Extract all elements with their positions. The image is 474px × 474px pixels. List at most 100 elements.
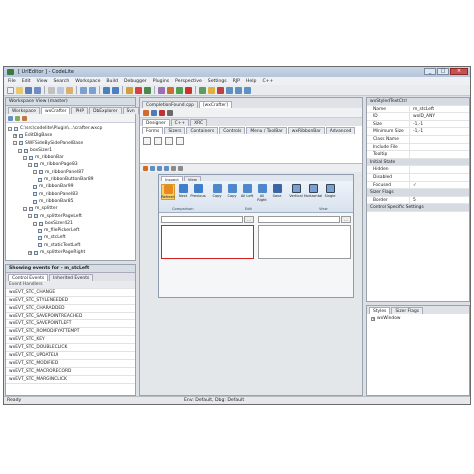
copy-icon[interactable] [57,86,64,94]
tab-sizer-flags[interactable]: Sizer Flags [391,307,424,314]
property-value[interactable]: ✓ [410,182,469,189]
tree-node[interactable]: - C:\src\codelite\Plugin\...\crafter.wxcp [8,125,133,132]
tab-styles[interactable]: Styles [369,307,391,314]
collapse-icon[interactable]: - [28,163,32,168]
event-row[interactable]: wxEVT_STC_CHARADDED [6,305,135,313]
panel-icon[interactable] [165,137,173,145]
property-row[interactable]: Minimum Size -1,-1 [367,128,469,136]
tree-node[interactable]: m_staticTextLeft [8,242,133,249]
left-file-field[interactable] [161,216,243,223]
debug-start-icon[interactable] [199,86,206,94]
ribbon-horizontal[interactable]: Horizontal [304,184,322,198]
form-preview[interactable]: Inspect View Refresh Next Previous Copy … [158,174,354,298]
layout-icon[interactable] [143,165,148,171]
menu-edit[interactable]: Edit [22,79,31,84]
clean-icon[interactable] [167,86,174,94]
paste-icon[interactable] [66,86,73,94]
step-into-icon[interactable] [226,86,233,94]
ribbon-refresh[interactable]: Refresh [161,184,175,200]
ribbon-copy-left[interactable]: Copy [225,184,239,198]
property-row[interactable]: ID wxID_ANY [367,113,469,121]
menu-perspective[interactable]: Perspective [175,79,202,84]
tree-node[interactable]: + m_splitterPageRight [8,249,133,256]
property-section[interactable]: wxStyledTextCtrl [367,98,469,106]
ribbon-next[interactable]: Next [176,184,190,198]
step-out-icon[interactable] [244,86,251,94]
property-section[interactable]: Sizer Flags [367,189,469,197]
debug-stop-icon[interactable] [217,86,224,94]
property-section[interactable]: Control Specific Settings [367,204,469,212]
tree-node[interactable]: - m_ribbonPanel87 [8,169,133,176]
right-browse-button[interactable]: ... [341,216,351,223]
tree-node[interactable]: m_ribbonBar85 [8,198,133,205]
tree-node[interactable]: m_stcLeft [8,234,133,241]
event-row[interactable]: wxEVT_STC_UPDATEUI [6,352,135,360]
save-all-icon[interactable] [34,86,41,94]
event-row[interactable]: wxEVT_STC_SAVEPOINTREACHED [6,313,135,321]
tree-node[interactable]: - boxSizer421 [8,220,133,227]
tree-node[interactable]: + EditDlgBase [8,132,133,139]
tab-menu-toolbar[interactable]: Menu / ToolBar [246,127,287,134]
tree-node[interactable]: - m_ribbonBar [8,154,133,161]
tree-node[interactable]: - SWFSideBySidePanelBase [8,140,133,147]
menu-file[interactable]: File [8,79,16,84]
tab-sizers[interactable]: Sizers [164,127,186,134]
ribbon-vertical[interactable]: Vertical [289,184,303,198]
property-value[interactable] [410,174,469,181]
ribbon-save[interactable]: Save [270,184,284,198]
menu-view[interactable]: View [37,79,48,84]
tab-containers[interactable]: Containers [186,127,219,134]
new-file-icon[interactable] [7,86,14,94]
preview-icon[interactable] [167,109,173,116]
tab-forms[interactable]: Forms [142,127,164,134]
build-icon[interactable] [158,86,165,94]
refresh-tree-icon[interactable] [22,115,27,121]
property-row[interactable]: Hidden [367,166,469,174]
tree-node[interactable]: m_filePickerLeft [8,227,133,234]
style-item[interactable]: + wxWindow [371,316,465,321]
step-over-icon[interactable] [235,86,242,94]
ribbon-all-right[interactable]: All Right [255,184,269,202]
tree-node[interactable]: m_ribbonBar99 [8,183,133,190]
menu-help[interactable]: Help [246,79,256,84]
property-row[interactable]: Disabled [367,173,469,182]
ribbon-all-left[interactable]: All Left [240,184,254,198]
event-row[interactable]: wxEVT_STC_CHANGE [6,289,135,297]
tab-control-events[interactable]: Control Events [8,274,49,281]
collapse-icon[interactable]: - [33,170,37,175]
redo-icon[interactable] [89,86,96,94]
property-value[interactable]: m_stcLeft [410,106,469,113]
bookmark-icon[interactable] [135,86,142,94]
tree-node[interactable]: - m_splitterPageLeft [8,213,133,220]
highlight-icon[interactable] [144,86,151,94]
delete-icon[interactable] [159,109,165,116]
event-row[interactable]: wxEVT_STC_MARGINCLICK [6,376,135,384]
collapse-icon[interactable]: - [8,126,12,131]
tab-xrc[interactable]: XRC [190,119,208,126]
wizard-icon[interactable] [176,137,184,145]
property-value[interactable] [410,166,469,173]
ribbon-single[interactable]: Single [323,184,337,198]
collapse-icon[interactable]: - [13,141,17,146]
run-icon[interactable] [176,86,183,94]
tab-file-wxcrafter[interactable]: [wxCrafter] [198,101,232,108]
property-value[interactable]: wxID_ANY [410,113,469,120]
cut-icon[interactable] [48,86,55,94]
event-row[interactable]: wxEVT_STC_MACRORECORD [6,368,135,376]
expand-icon[interactable]: + [28,250,32,255]
menu-workspace[interactable]: Workspace [75,79,100,84]
undo-icon[interactable] [80,86,87,94]
tab-file-cpp[interactable]: CompletionFound.cpp [142,101,198,108]
right-file-picker[interactable]: ... [258,216,351,223]
tab-controls[interactable]: Controls [219,127,246,134]
event-row[interactable]: wxEVT_STC_SAVEPOINTLEFT [6,320,135,329]
tab-wxcrafter[interactable]: wxCrafter [41,107,71,114]
tree-node[interactable]: - boxSizer1 [8,147,133,154]
add-item-icon[interactable] [143,109,149,116]
property-value[interactable] [410,151,469,158]
ribbon-copy-right[interactable]: Copy [210,184,224,198]
property-value[interactable]: -1,-1 [410,128,469,135]
menu-debugger[interactable]: Debugger [124,79,147,84]
property-section[interactable]: Initial State [367,158,469,167]
event-row[interactable]: wxEVT_STC_STYLENEEDED [6,297,135,305]
